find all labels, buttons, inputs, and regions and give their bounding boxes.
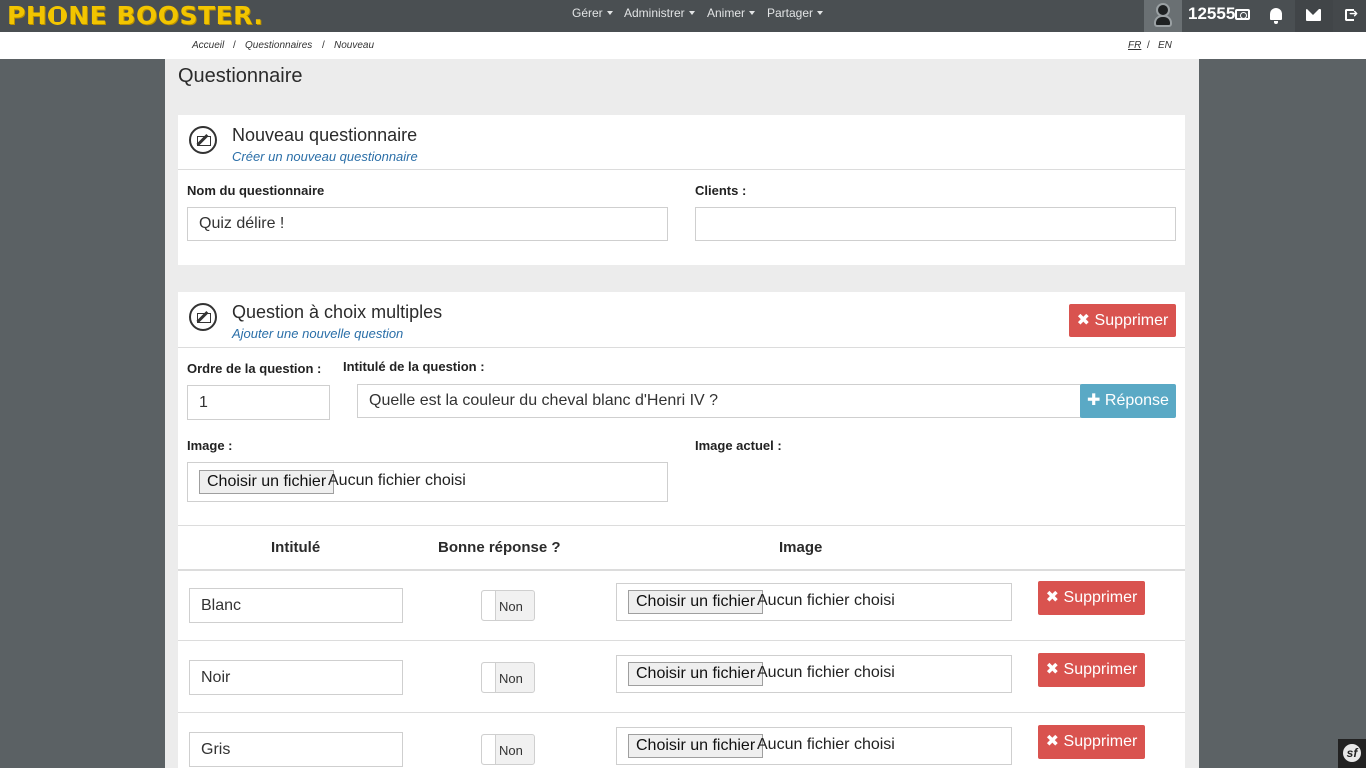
panel-title: Question à choix multiples [232,302,443,322]
header-bonne-reponse: Bonne réponse ? [438,539,561,556]
question-text-input[interactable]: Quelle est la couleur du cheval blanc d'… [357,384,1081,418]
delete-question-button[interactable]: ✖ Supprimer [1069,304,1176,337]
user-avatar[interactable] [1144,0,1182,32]
choose-file-button[interactable]: Choisir un fichier [628,590,764,614]
current-image-label: Image actuel : [695,438,782,453]
notifications-button[interactable] [1257,0,1295,32]
lang-separator: / [1147,40,1150,51]
delete-answer-button[interactable]: ✖ Supprimer [1038,725,1145,759]
breadcrumb: Accueil / Questionnaires / Nouveau FR / … [0,32,1366,59]
question-image-file-input[interactable]: Choisir un fichier Aucun fichier choisi [187,462,668,502]
phone-booster-logo[interactable]: PH NE BOOSTER. [7,2,263,30]
questionnaire-panel: Nouveau questionnaire Créer un nouveau q… [178,115,1185,265]
divider [178,569,1185,571]
times-icon: ✖ [1045,589,1060,606]
question-order-input[interactable]: 1 [187,385,330,420]
money-icon [1235,9,1250,20]
clients-label: Clients : [695,183,747,198]
panel-subtitle: Ajouter une nouvelle question [232,326,404,341]
question-order-label: Ordre de la question : [187,361,322,376]
breadcrumb-separator: / [233,40,236,51]
page-title: Questionnaire [178,65,303,87]
divider [178,169,1185,170]
delete-answer-button[interactable]: ✖ Supprimer [1038,653,1145,687]
panel-subtitle: Créer un nouveau questionnaire [232,149,418,164]
breadcrumb-nouveau: Nouveau [334,40,375,51]
breadcrumb-accueil[interactable]: Accueil [192,40,224,51]
lang-en[interactable]: EN [1158,40,1172,51]
caret-down-icon [817,11,824,15]
header-image: Image [779,539,823,556]
menu-gerer[interactable]: Gérer [572,6,613,20]
no-file-text: Aucun fichier choisi [757,592,895,609]
avatar-head-icon [1156,3,1170,17]
symfony-icon: sf [1343,744,1361,762]
envelope-icon [1306,9,1321,21]
plus-icon: ✚ [1087,392,1101,409]
menu-animer[interactable]: Animer [707,6,756,20]
correct-answer-toggle[interactable]: Non [481,662,535,693]
answer-label-input[interactable]: Noir [189,660,403,695]
main-content: Questionnaire Nouveau questionnaire Crée… [165,59,1199,768]
times-icon: ✖ [1045,661,1060,678]
header-intitule: Intitulé [271,539,321,556]
caret-down-icon [749,11,756,15]
breadcrumb-separator: / [322,40,325,51]
logout-button[interactable] [1333,0,1366,32]
logo-o-icon [48,6,68,25]
answer-image-file-input[interactable]: Choisir un fichier Aucun fichier choisi [616,727,1012,765]
divider [178,525,1185,526]
lang-fr[interactable]: FR [1128,40,1141,51]
caret-down-icon [688,11,695,15]
menu-partager[interactable]: Partager [767,6,824,20]
background-panel-left [0,59,165,768]
caret-down-icon [606,11,613,15]
answer-label-input[interactable]: Blanc [189,588,403,623]
no-file-text: Aucun fichier choisi [757,664,895,681]
question-panel: Question à choix multiples Ajouter une n… [178,292,1185,768]
messages-button[interactable] [1295,0,1333,32]
points-balance: 12555 [1188,4,1236,23]
add-answer-button[interactable]: ✚ Réponse [1080,384,1176,418]
top-navbar: PH NE BOOSTER. Gérer Administrer Animer P… [0,0,1366,32]
symfony-toolbar-toggle[interactable]: sf [1338,739,1366,768]
no-file-text: Aucun fichier choisi [757,736,895,753]
correct-answer-toggle[interactable]: Non [481,734,535,765]
sign-out-icon [1345,7,1358,21]
question-text-label: Intitulé de la question : [343,359,485,374]
image-label: Image : [187,438,233,453]
choose-file-button[interactable]: Choisir un fichier [628,734,764,758]
panel-title: Nouveau questionnaire [232,125,418,145]
answer-image-file-input[interactable]: Choisir un fichier Aucun fichier choisi [616,583,1012,621]
background-panel-right [1199,59,1366,768]
correct-answer-toggle[interactable]: Non [481,590,535,621]
divider [178,712,1185,713]
choose-file-button[interactable]: Choisir un fichier [199,470,335,494]
delete-answer-button[interactable]: ✖ Supprimer [1038,581,1145,615]
breadcrumb-questionnaires[interactable]: Questionnaires [245,40,312,51]
questionnaire-name-input[interactable]: Quiz délire ! [187,207,668,241]
answer-label-input[interactable]: Gris [189,732,403,767]
clients-input[interactable] [695,207,1176,241]
edit-form-icon [189,303,217,331]
times-icon: ✖ [1076,312,1091,329]
edit-form-icon [189,126,217,154]
bell-icon [1270,8,1282,24]
times-icon: ✖ [1045,733,1060,750]
name-label: Nom du questionnaire [187,183,325,198]
divider [178,347,1185,348]
choose-file-button[interactable]: Choisir un fichier [628,662,764,686]
answer-image-file-input[interactable]: Choisir un fichier Aucun fichier choisi [616,655,1012,693]
no-file-text: Aucun fichier choisi [328,472,466,489]
menu-administrer[interactable]: Administrer [624,6,695,20]
divider [178,640,1185,641]
